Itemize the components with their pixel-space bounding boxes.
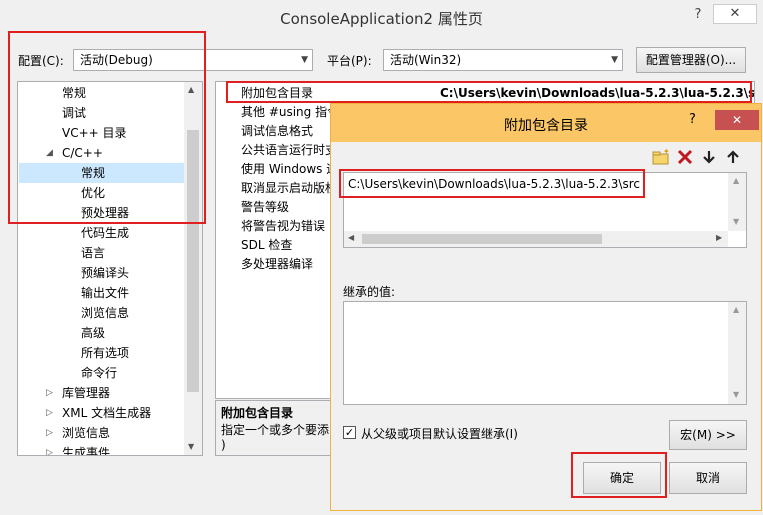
scrollbar-thumb[interactable] xyxy=(362,234,602,244)
tree-item-browse-information[interactable]: 浏览信息 xyxy=(62,423,110,443)
property-name[interactable]: SDL 检查 xyxy=(241,236,292,255)
scroll-up-icon[interactable]: ▲ xyxy=(733,176,739,185)
property-name[interactable]: 使用 Windows 运 xyxy=(241,160,338,179)
config-select[interactable]: 活动(Debug) ▼ xyxy=(73,49,313,71)
scroll-down-icon[interactable]: ▼ xyxy=(733,390,739,399)
scroll-right-icon[interactable]: ▶ xyxy=(716,233,722,242)
inherited-values-label: 继承的值: xyxy=(343,285,396,299)
directory-list[interactable]: C:\Users\kevin\Downloads\lua-5.2.3\lua-5… xyxy=(343,172,747,248)
close-icon: ✕ xyxy=(729,6,741,21)
property-name[interactable]: 将警告视为错误 xyxy=(241,217,325,236)
tree-item-build-events[interactable]: 生成事件 xyxy=(62,443,110,455)
dialog-close-button[interactable]: ✕ xyxy=(715,110,759,130)
tree-item-precompiled-headers[interactable]: 预编译头 xyxy=(81,263,129,283)
property-name[interactable]: 多处理器编译 xyxy=(241,255,313,274)
expand-icon[interactable]: ▷ xyxy=(46,383,53,403)
platform-label: 平台(P): xyxy=(327,54,372,68)
tree-item-optimization[interactable]: 优化 xyxy=(81,183,105,203)
config-select-value: 活动(Debug) xyxy=(80,53,153,67)
tree-item-output-files[interactable]: 输出文件 xyxy=(81,283,129,303)
move-down-icon[interactable] xyxy=(699,148,719,166)
inherit-checkbox[interactable]: ✓ xyxy=(343,426,356,439)
platform-select[interactable]: 活动(Win32) ▼ xyxy=(383,49,623,71)
property-name[interactable]: 取消显示启动版权 xyxy=(241,179,337,198)
config-manager-button[interactable]: 配置管理器(O)... xyxy=(636,47,746,73)
tree-item-cpp[interactable]: C/C++ xyxy=(62,143,103,163)
property-name[interactable]: 公共语言运行时支 xyxy=(241,141,337,160)
property-name[interactable]: 其他 #using 指令 xyxy=(241,103,339,122)
help-button[interactable]: ? xyxy=(688,5,708,25)
tree-item-vc-directories[interactable]: VC++ 目录 xyxy=(62,123,127,143)
tree-item-librarian[interactable]: 库管理器 xyxy=(62,383,110,403)
settings-tree[interactable]: 常规 调试 VC++ 目录 ◢ C/C++ 常规 优化 预处理器 代码生成 语言… xyxy=(17,81,203,456)
tree-item-general[interactable]: 常规 xyxy=(62,83,86,103)
inherited-values-list: ▲ ▼ xyxy=(343,301,747,405)
tree-item-browse-info[interactable]: 浏览信息 xyxy=(81,303,129,323)
description-text: ) xyxy=(221,438,226,452)
close-icon: ✕ xyxy=(731,113,743,127)
expand-icon[interactable]: ▷ xyxy=(46,403,53,423)
tree-item-language[interactable]: 语言 xyxy=(81,243,105,263)
platform-select-value: 活动(Win32) xyxy=(390,53,462,67)
expand-icon[interactable]: ▷ xyxy=(46,443,53,455)
list-vscrollbar[interactable]: ▲ ▼ xyxy=(728,173,746,231)
delete-icon[interactable] xyxy=(675,148,695,166)
scroll-up-icon[interactable]: ▲ xyxy=(733,305,739,314)
directory-entry[interactable]: C:\Users\kevin\Downloads\lua-5.2.3\lua-5… xyxy=(348,177,640,191)
move-up-icon[interactable] xyxy=(723,148,743,166)
tree-item-cpp-general[interactable]: 常规 xyxy=(81,163,105,183)
dialog-help-button[interactable]: ? xyxy=(689,112,696,127)
dialog-title: 附加包含目录 xyxy=(504,118,588,134)
tree-scrollbar[interactable]: ▲ ▼ xyxy=(184,82,202,455)
chevron-down-icon: ▼ xyxy=(611,55,618,65)
new-folder-icon[interactable]: ✦ xyxy=(651,147,671,166)
property-name[interactable]: 警告等级 xyxy=(241,198,289,217)
inherited-vscrollbar[interactable]: ▲ ▼ xyxy=(728,302,746,404)
tree-item-all-options[interactable]: 所有选项 xyxy=(81,343,129,363)
macro-button[interactable]: 宏(M) >> xyxy=(669,420,747,450)
inherit-checkbox-label[interactable]: 从父级或项目默认设置继承(I) xyxy=(361,425,518,442)
window-title: ConsoleApplication2 属性页 xyxy=(280,10,483,28)
tree-item-xml-doc-generator[interactable]: XML 文档生成器 xyxy=(62,403,151,423)
cancel-button[interactable]: 取消 xyxy=(669,462,747,494)
scroll-up-icon[interactable]: ▲ xyxy=(188,85,194,94)
description-text: 指定一个或多个要添 xyxy=(221,423,330,437)
collapse-icon[interactable]: ◢ xyxy=(46,143,53,163)
description-title: 附加包含目录 xyxy=(221,406,294,420)
chevron-down-icon: ▼ xyxy=(301,55,308,65)
scroll-down-icon[interactable]: ▼ xyxy=(733,217,739,226)
tree-item-advanced[interactable]: 高级 xyxy=(81,323,105,343)
tree-item-debugging[interactable]: 调试 xyxy=(62,103,86,123)
svg-text:✦: ✦ xyxy=(663,148,670,156)
tree-item-command-line[interactable]: 命令行 xyxy=(81,363,117,383)
include-dirs-dialog: 附加包含目录 ? ✕ ✦ C:\Users\kevin\Downloads\lu… xyxy=(330,103,762,511)
scrollbar-thumb[interactable] xyxy=(187,130,199,392)
expand-icon[interactable]: ▷ xyxy=(46,423,53,443)
config-label: 配置(C): xyxy=(18,54,64,68)
tree-item-preprocessor[interactable]: 预处理器 xyxy=(81,203,129,223)
tree-item-code-generation[interactable]: 代码生成 xyxy=(81,223,129,243)
scroll-left-icon[interactable]: ◀ xyxy=(348,233,354,242)
scroll-down-icon[interactable]: ▼ xyxy=(188,442,194,451)
property-name[interactable]: 调试信息格式 xyxy=(241,122,313,141)
property-name[interactable]: 附加包含目录 xyxy=(241,84,313,103)
ok-button[interactable]: 确定 xyxy=(583,462,661,494)
close-button[interactable]: ✕ xyxy=(713,4,757,24)
property-value[interactable]: C:\Users\kevin\Downloads\lua-5.2.3\lua-5… xyxy=(440,84,754,103)
list-hscrollbar[interactable]: ◀ ▶ xyxy=(344,231,728,247)
